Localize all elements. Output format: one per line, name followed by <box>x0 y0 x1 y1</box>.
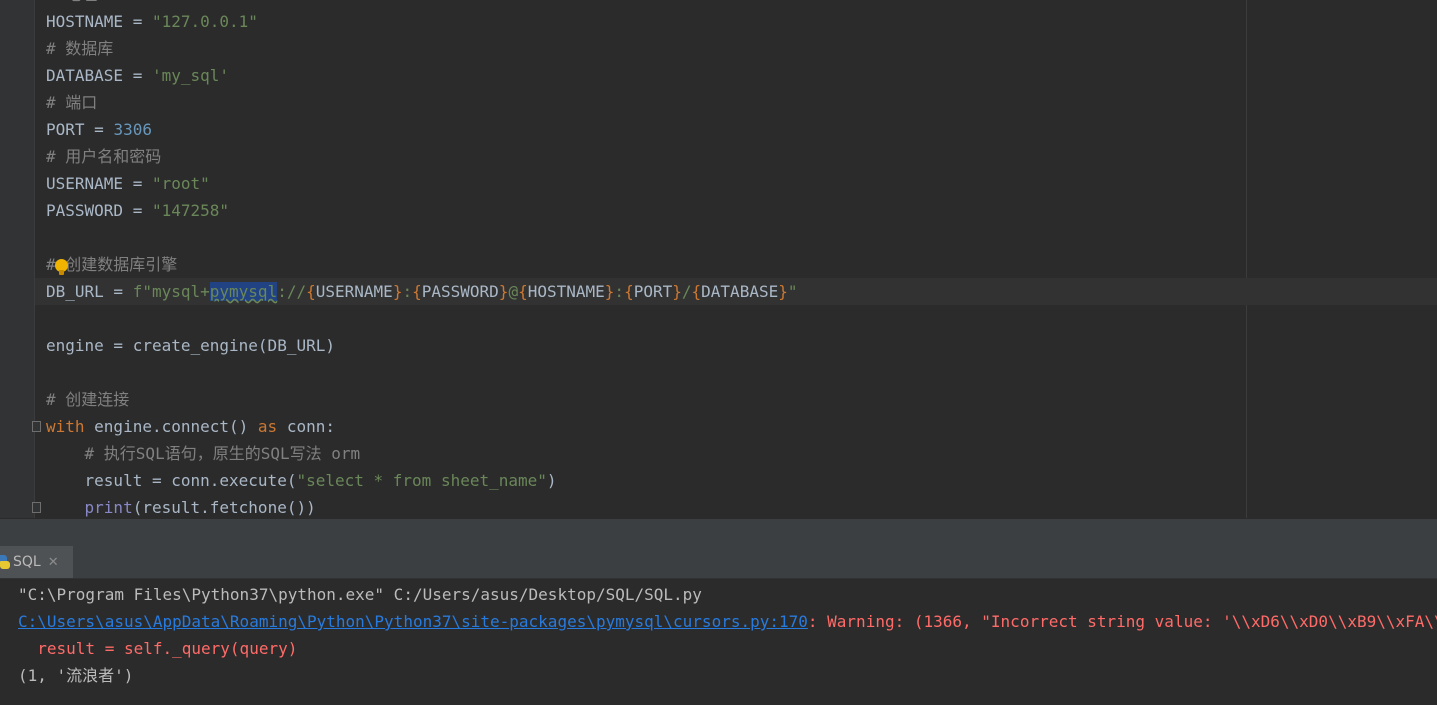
code-token: with <box>46 417 85 436</box>
code-line[interactable]: # 用户名和密码 <box>46 143 161 170</box>
lightbulb-icon[interactable] <box>55 259 68 275</box>
code-line[interactable]: # 创建连接 <box>46 386 129 413</box>
code-token: "select * from sheet_name" <box>296 471 547 490</box>
code-token: USERNAME <box>315 282 393 301</box>
code-line[interactable]: PORT = 3306 <box>46 116 152 143</box>
code-token: } <box>778 282 788 301</box>
code-token: "147258" <box>151 201 230 220</box>
code-token: @ <box>508 282 519 301</box>
code-token: result = conn.execute( <box>46 471 297 490</box>
code-token: " <box>787 282 798 301</box>
console-output-line: (1, '流浪者') <box>18 666 134 685</box>
warning-message: : Warning: (1366, "Incorrect string valu… <box>807 612 1437 631</box>
code-token: { <box>518 282 528 301</box>
console-trace-line: result = self._query(query) <box>18 639 298 658</box>
code-token: HOSTNAME = <box>46 12 152 31</box>
code-token: as <box>257 417 278 436</box>
code-token: conn: <box>277 417 335 436</box>
code-token: } <box>392 282 403 301</box>
code-token: : <box>614 282 625 301</box>
run-tab-sql[interactable]: SQL ✕ <box>0 546 73 578</box>
fold-end-icon[interactable] <box>32 502 41 513</box>
run-tab-label: SQL <box>13 554 41 570</box>
code-token: : <box>402 282 413 301</box>
panel-divider[interactable] <box>0 518 1437 547</box>
code-token: { <box>306 282 316 301</box>
code-token: DATABASE = <box>46 66 152 85</box>
run-tool-window-header: SQL ✕ <box>0 546 1437 579</box>
code-line[interactable]: HOSTNAME = "127.0.0.1" <box>46 8 258 35</box>
code-line[interactable]: print(result.fetchone()) <box>46 494 316 518</box>
code-line[interactable]: # 端口 <box>46 89 97 116</box>
code-token: (result.fetchone()) <box>132 498 316 517</box>
code-token: { <box>691 282 702 301</box>
run-console[interactable]: "C:\Program Files\Python37\python.exe" C… <box>0 579 1437 705</box>
code-token: } <box>498 282 509 301</box>
code-token: # 用户名和密码 <box>46 147 162 166</box>
code-token: # 执行SQL语句，原生的SQL写法 orm <box>84 444 361 463</box>
code-line[interactable]: DATABASE = 'my_sql' <box>46 62 229 89</box>
code-token: f"mysql+ <box>132 282 210 301</box>
code-token: 3306 <box>113 120 152 139</box>
code-token: 'my_sql' <box>151 66 230 85</box>
code-line[interactable]: # 数据库 <box>46 35 113 62</box>
code-token: PASSWORD = <box>46 201 152 220</box>
code-token: PASSWORD <box>421 282 499 301</box>
code-line[interactable]: with engine.connect() as conn: <box>46 413 335 440</box>
console-command-line: "C:\Program Files\Python37\python.exe" C… <box>18 585 702 604</box>
code-token: } <box>672 282 682 301</box>
code-line[interactable]: # 执行SQL语句，原生的SQL写法 orm <box>46 440 361 467</box>
code-token: } <box>604 282 615 301</box>
console-warning-line: C:\Users\asus\AppData\Roaming\Python\Pyt… <box>18 608 1437 635</box>
close-icon[interactable]: ✕ <box>48 555 59 570</box>
code-line[interactable]: USERNAME = "root" <box>46 170 210 197</box>
code-token: { <box>624 282 634 301</box>
code-token: "root" <box>151 174 210 193</box>
code-token: HOSTNAME <box>527 282 605 301</box>
editor-gutter[interactable] <box>0 0 35 518</box>
code-line[interactable]: result = conn.execute("select * from she… <box>46 467 557 494</box>
code-token: # 数据库 <box>46 39 114 58</box>
code-token: print <box>84 498 133 517</box>
code-token: # 创建连接 <box>46 390 130 409</box>
python-icon <box>0 555 10 569</box>
code-token: ) <box>546 471 557 490</box>
code-token: "127.0.0.1" <box>151 12 258 31</box>
code-token: :// <box>277 282 307 301</box>
code-token: # 端口 <box>46 93 98 112</box>
warning-file-link[interactable]: C:\Users\asus\AppData\Roaming\Python\Pyt… <box>18 612 808 631</box>
code-token: USERNAME = <box>46 174 152 193</box>
code-token: { <box>412 282 422 301</box>
fold-start-icon[interactable] <box>32 421 41 432</box>
code-token: DATABASE <box>701 282 779 301</box>
code-editor[interactable]: # 地址 HOSTNAME = "127.0.0.1" # 数据库 DATABASE … <box>0 0 1437 518</box>
code-token: DB_URL = <box>46 282 133 301</box>
code-token: / <box>681 282 692 301</box>
code-line[interactable]: DB_URL = f"mysql+pymysql://{USERNAME}:{P… <box>46 278 798 305</box>
code-token: PORT <box>633 282 673 301</box>
code-token: engine.connect() <box>84 417 258 436</box>
code-token: PORT = <box>46 120 114 139</box>
code-line[interactable]: engine = create_engine(DB_URL) <box>46 332 335 359</box>
code-token: engine = create_engine(DB_URL) <box>46 336 335 355</box>
selected-token: pymysql <box>209 282 278 301</box>
code-line[interactable]: # 地址 <box>46 0 97 8</box>
code-token: # 地址 <box>46 0 97 4</box>
code-line[interactable]: PASSWORD = "147258" <box>46 197 229 224</box>
right-margin-guide <box>1246 0 1247 518</box>
